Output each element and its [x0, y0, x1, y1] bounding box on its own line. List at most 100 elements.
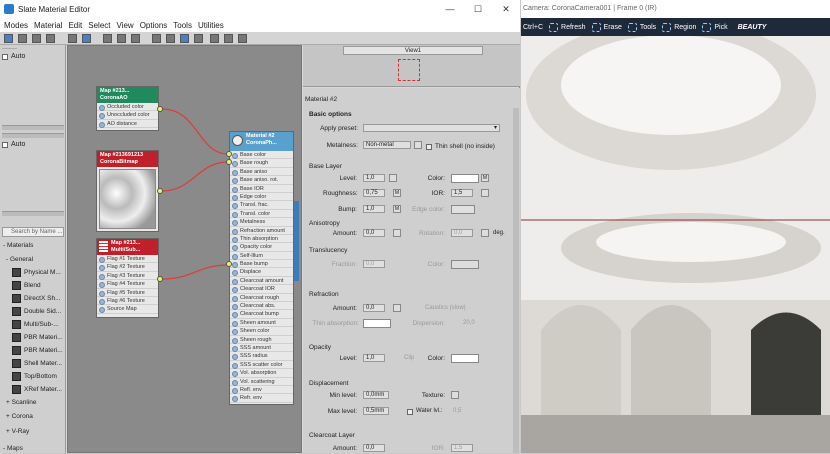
corona-header[interactable]: + Corona	[6, 413, 33, 420]
parameter-editor-icon[interactable]	[194, 34, 203, 43]
node-slot[interactable]: Flag #3 Texture	[97, 272, 158, 281]
region-button[interactable]: Region	[662, 22, 696, 32]
menu-modes[interactable]: Modes	[4, 21, 28, 30]
node-slot[interactable]: Flag #4 Texture	[97, 280, 158, 289]
material-map-browser-icon[interactable]	[180, 34, 189, 43]
aniso-amount-input[interactable]: 0,0	[363, 229, 385, 237]
node-slot[interactable]: Flag #5 Texture	[97, 289, 158, 297]
erase-button[interactable]: Erase	[591, 22, 622, 32]
node-slot[interactable]: Clearcoat amount	[230, 277, 293, 286]
bump-map-button[interactable]: M	[393, 205, 401, 213]
section-basic-options[interactable]: Basic options	[309, 111, 352, 118]
general-header[interactable]: - General	[6, 256, 33, 263]
node-header[interactable]: Material #2 CoronaPh...	[230, 132, 293, 151]
node-slot[interactable]: Flag #2 Texture	[97, 263, 158, 272]
opacity-color-swatch[interactable]	[451, 354, 479, 363]
menu-view[interactable]: View	[117, 21, 134, 30]
thin-absorption-swatch[interactable]	[363, 319, 391, 328]
node-header[interactable]: Map #213... Multi/Sub...	[97, 239, 158, 255]
water-level-value[interactable]: 0,5	[453, 408, 461, 414]
node-slot[interactable]: Base rough	[230, 159, 293, 168]
scrollbar[interactable]	[2, 125, 64, 130]
zoom-icon[interactable]	[238, 34, 247, 43]
refresh-button[interactable]: Refresh	[549, 22, 586, 32]
ior-map-button[interactable]	[481, 189, 489, 197]
water-level-checkbox[interactable]	[407, 409, 413, 415]
node-header[interactable]: Map #213... CoronaAO	[97, 87, 158, 103]
node-slot[interactable]: Transl. frac.	[230, 201, 293, 210]
input-socket-connected[interactable]	[226, 261, 232, 267]
edge-color-swatch[interactable]	[451, 205, 475, 214]
node-slot[interactable]: Flag #6 Texture	[97, 297, 158, 306]
auto-checkbox-icon[interactable]	[2, 141, 8, 148]
node-view[interactable]: Map #213... CoronaAO Occluded color Unoc…	[67, 45, 302, 453]
node-multi-sub-map[interactable]: Map #213... Multi/Sub... Flag #1 Texture…	[96, 238, 159, 318]
node-slot[interactable]: SSS amount	[230, 344, 293, 353]
node-slot[interactable]: Transl. color	[230, 210, 293, 219]
node-slot[interactable]: Refraction amount	[230, 227, 293, 235]
menu-edit[interactable]: Edit	[68, 21, 82, 30]
node-slot[interactable]: Vol. absorption	[230, 369, 293, 378]
node-slot[interactable]: Base IOR	[230, 185, 293, 193]
scrollbar[interactable]	[2, 211, 64, 216]
list-item[interactable]: Multi/Sub-...	[12, 320, 59, 329]
list-item[interactable]: Blend	[12, 281, 41, 290]
node-slot[interactable]: Source Map	[97, 305, 158, 314]
metalness-dropdown[interactable]: Non-metal	[363, 141, 411, 149]
assign-icon[interactable]	[32, 34, 41, 43]
node-slot[interactable]: Sheen rough	[230, 336, 293, 344]
material-name-field[interactable]: Material #2	[305, 96, 337, 103]
node-corona-ao[interactable]: Map #213... CoronaAO Occluded color Unoc…	[96, 86, 159, 131]
node-slot[interactable]: Sheen amount	[230, 319, 293, 328]
select-by-material-icon[interactable]	[210, 34, 219, 43]
output-socket[interactable]	[157, 106, 163, 112]
apply-preset-dropdown[interactable]: ▾	[363, 124, 500, 132]
list-item[interactable]: Shell Mater...	[12, 359, 62, 368]
output-socket[interactable]	[157, 188, 163, 194]
material-output-handle[interactable]	[294, 201, 299, 281]
scanline-header[interactable]: + Scanline	[6, 399, 37, 406]
materials-header[interactable]: - Materials	[3, 242, 33, 249]
maximize-button[interactable]: ☐	[464, 0, 492, 18]
list-item[interactable]: Physical M...	[12, 268, 61, 277]
input-socket-connected[interactable]	[226, 151, 232, 157]
aniso-map-button[interactable]	[393, 229, 401, 237]
node-slot[interactable]: AO distance	[97, 120, 158, 129]
node-slot[interactable]: SSS radius	[230, 352, 293, 361]
level-map-button[interactable]	[389, 174, 397, 182]
auto-toggle-2[interactable]: Auto	[2, 141, 25, 148]
list-item[interactable]: DirectX Sh...	[12, 294, 60, 303]
node-slot[interactable]: Base color	[230, 151, 293, 160]
node-corona-physical-material[interactable]: Material #2 CoronaPh... Base color Base r…	[229, 131, 294, 405]
node-slot[interactable]: Refr. env	[230, 394, 293, 403]
rotation-input[interactable]: 0,0	[451, 229, 473, 237]
node-slot[interactable]: Displace	[230, 268, 293, 277]
node-slot[interactable]: Unoccluded color	[97, 111, 158, 120]
node-slot[interactable]: Clearcoat bump	[230, 310, 293, 319]
node-slot[interactable]: Occluded color	[97, 103, 158, 112]
dispersion-value[interactable]: 20,0	[463, 320, 475, 326]
node-slot[interactable]: Vol. scattering	[230, 378, 293, 386]
pick-button[interactable]: Pick	[702, 22, 728, 32]
menu-utilities[interactable]: Utilities	[198, 21, 224, 30]
roughness-map-button[interactable]: M	[393, 189, 401, 197]
minimize-button[interactable]: —	[436, 0, 464, 18]
max-level-input[interactable]: 0,5mm	[363, 407, 389, 415]
node-slot[interactable]: Base aniso	[230, 168, 293, 177]
opacity-level-input[interactable]: 1,0	[363, 354, 385, 362]
tab-view1[interactable]: View1	[343, 46, 483, 55]
delete-icon[interactable]	[46, 34, 55, 43]
auto-toggle-1[interactable]: Auto	[2, 53, 25, 60]
node-slot[interactable]: Metalness	[230, 218, 293, 227]
level-input[interactable]: 1,0	[363, 174, 385, 182]
list-item[interactable]: PBR Materi...	[12, 333, 63, 342]
bump-input[interactable]: 1,0	[363, 205, 385, 213]
hide-slots-icon[interactable]	[82, 34, 91, 43]
list-item[interactable]: Top/Bottom	[12, 372, 57, 381]
roughness-input[interactable]: 0,75	[363, 189, 385, 197]
node-slot[interactable]: Sheen color	[230, 327, 293, 336]
navigator-panel[interactable]: View1	[303, 45, 520, 87]
node-slot[interactable]: Refl. env	[230, 386, 293, 395]
node-slot[interactable]: Edge color	[230, 193, 293, 202]
auto-checkbox-icon[interactable]	[2, 53, 8, 60]
